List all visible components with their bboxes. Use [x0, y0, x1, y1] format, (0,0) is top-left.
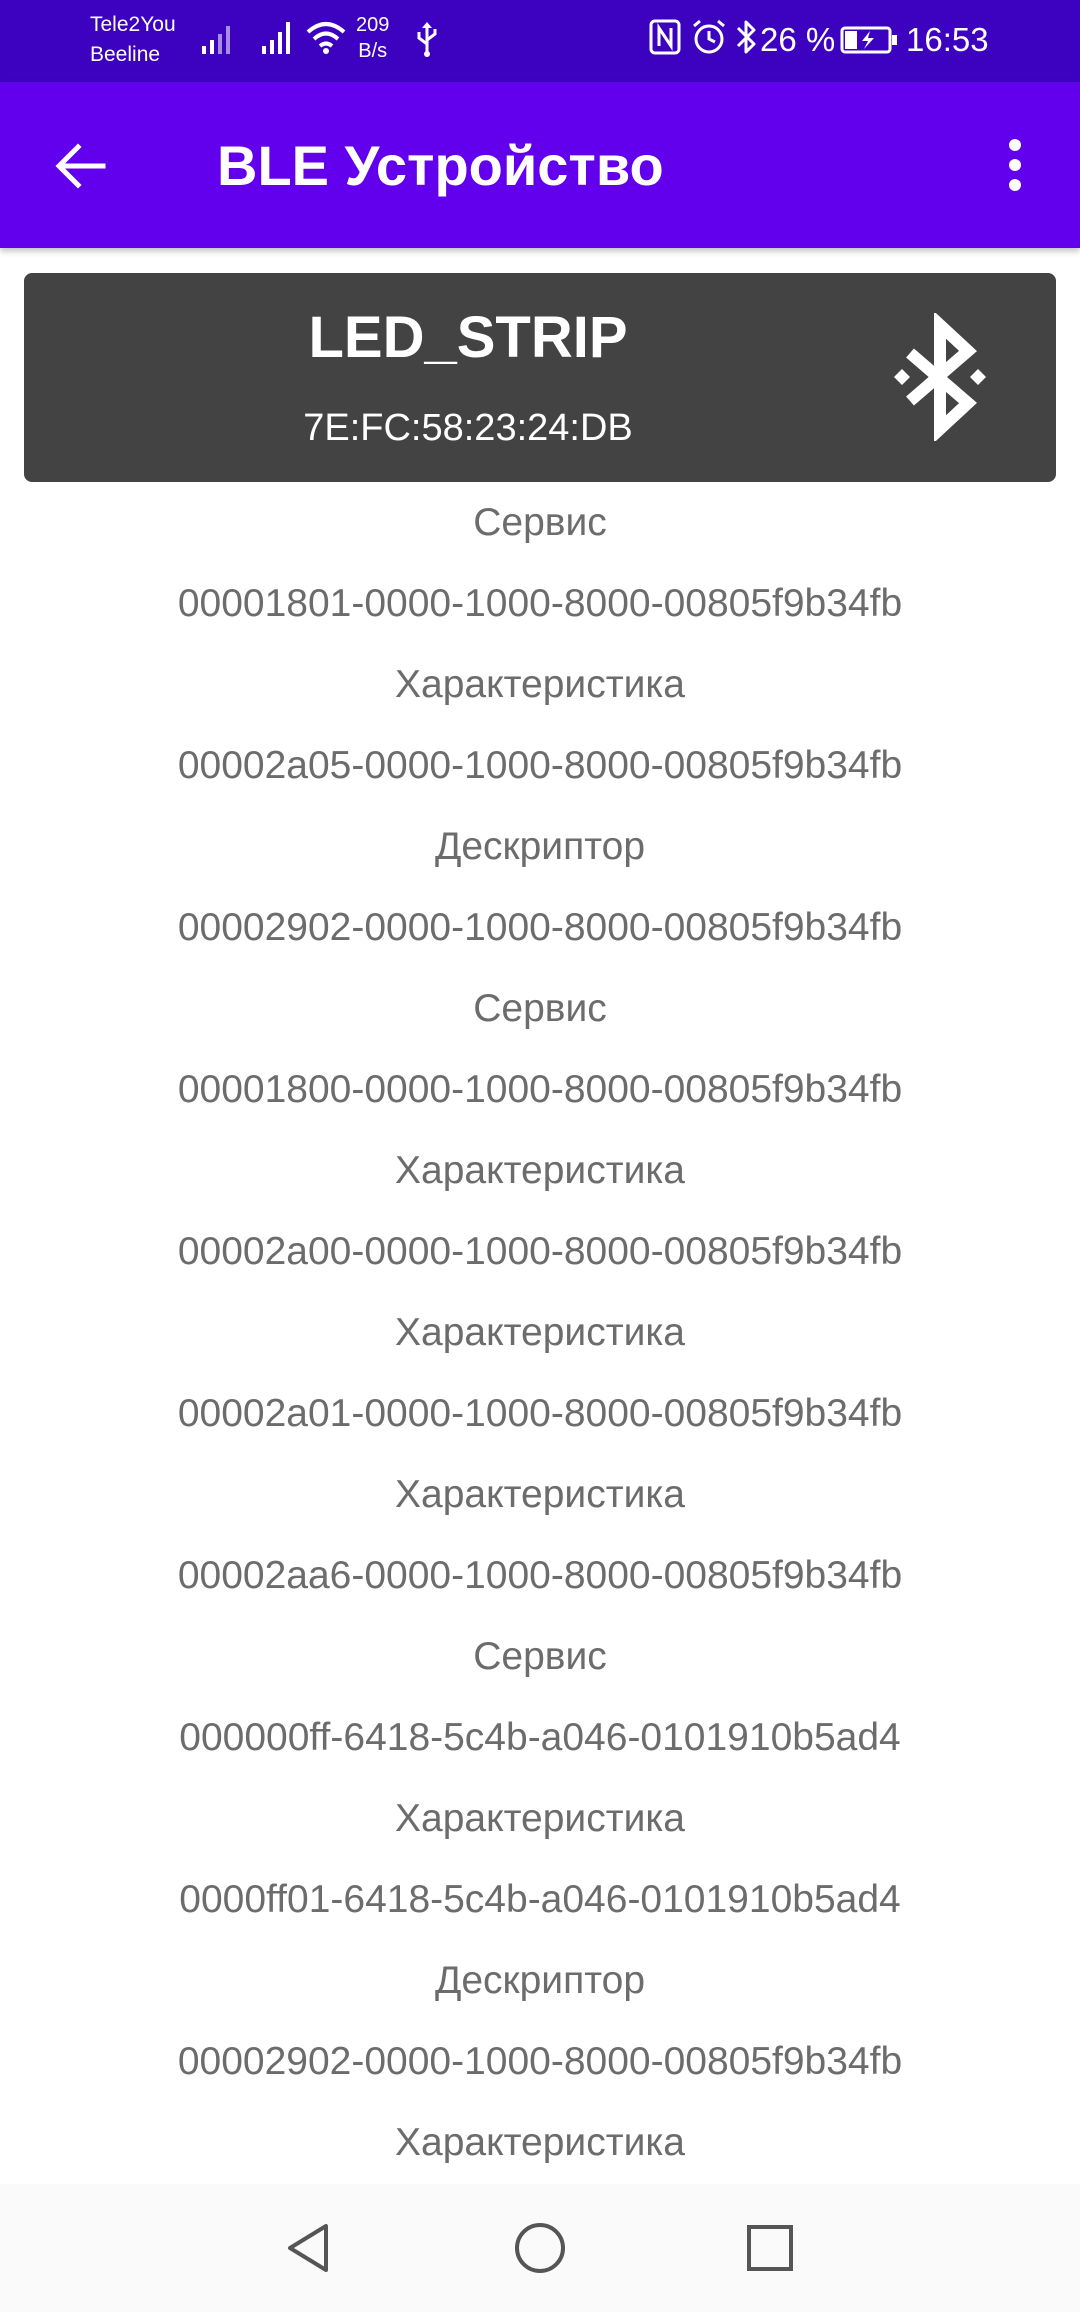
gatt-uuid: 00002a00-0000-1000-8000-00805f9b34fb [177, 1230, 903, 1273]
wifi-icon [306, 22, 346, 54]
gatt-list[interactable]: Сервис 00001801-0000-1000-8000-00805f9b3… [0, 482, 1080, 2184]
bluetooth-icon [894, 313, 986, 441]
gatt-uuid: 00001801-0000-1000-8000-00805f9b34fb [177, 582, 903, 625]
carrier-names: Tele2You Beeline [90, 10, 176, 70]
gatt-label-service: Сервис [473, 987, 607, 1030]
signal-icon [262, 22, 290, 54]
bluetooth-icon [736, 20, 756, 54]
status-bar: Tele2You Beeline 209 B/s 26 % 16:53 [0, 0, 1080, 82]
device-name: LED_STRIP [308, 305, 628, 370]
gatt-label-service: Сервис [473, 1635, 607, 1678]
gatt-label-characteristic: Характеристика [395, 1797, 685, 1840]
network-speed-unit: B/s [358, 40, 388, 62]
gatt-label-characteristic: Характеристика [395, 1311, 685, 1354]
nav-recents-icon [747, 2225, 793, 2271]
overflow-menu-button[interactable] [980, 122, 1050, 208]
gatt-label-descriptor: Дескриптор [434, 825, 646, 868]
device-card: LED_STRIP 7E:FC:58:23:24:DB [24, 273, 1056, 482]
page-title: BLE Устройство [217, 134, 664, 197]
carrier-1-label: Tele2You [90, 13, 176, 36]
nav-home-button[interactable] [490, 2198, 590, 2298]
signal-icon [202, 26, 230, 54]
system-navigation-bar [0, 2184, 1080, 2312]
gatt-label-characteristic: Характеристика [395, 1473, 685, 1516]
gatt-label-characteristic: Характеристика [395, 2121, 685, 2164]
alarm-icon [693, 19, 725, 54]
more-vert-icon [1009, 139, 1021, 191]
gatt-uuid: 00002aa6-0000-1000-8000-00805f9b34fb [177, 1554, 903, 1597]
nav-recents-button[interactable] [720, 2198, 820, 2298]
network-speed: 209 B/s [356, 12, 389, 64]
gatt-label-characteristic: Характеристика [395, 663, 685, 706]
back-button[interactable] [34, 128, 126, 204]
gatt-uuid: 000000ff-6418-5c4b-a046-0101910b5ad4 [179, 1716, 901, 1759]
nav-back-button[interactable] [260, 2198, 360, 2298]
nfc-icon [649, 19, 681, 55]
network-speed-value: 209 [356, 14, 390, 36]
gatt-label-descriptor: Дескриптор [434, 1959, 646, 2002]
app-bar: BLE Устройство [0, 82, 1080, 248]
carrier-2-label: Beeline [90, 43, 161, 66]
arrow-back-icon [55, 143, 106, 189]
gatt-uuid: 00002902-0000-1000-8000-00805f9b34fb [177, 2040, 903, 2083]
clock: 16:53 [906, 21, 989, 58]
device-address: 7E:FC:58:23:24:DB [303, 407, 633, 449]
gatt-uuid: 00002a01-0000-1000-8000-00805f9b34fb [177, 1392, 903, 1435]
gatt-uuid: 00002902-0000-1000-8000-00805f9b34fb [177, 906, 903, 949]
gatt-uuid: 0000ff01-6418-5c4b-a046-0101910b5ad4 [179, 1878, 901, 1921]
nav-home-icon [515, 2223, 565, 2273]
battery-charging-icon [840, 26, 897, 54]
usb-icon [417, 22, 437, 57]
gatt-label-characteristic: Характеристика [395, 1149, 685, 1192]
gatt-uuid: 00002a05-0000-1000-8000-00805f9b34fb [177, 744, 903, 787]
battery-percent: 26 % [760, 21, 836, 58]
gatt-uuid: 00001800-0000-1000-8000-00805f9b34fb [177, 1068, 903, 1111]
gatt-label-service: Сервис [473, 501, 607, 544]
nav-back-icon [288, 2224, 328, 2272]
